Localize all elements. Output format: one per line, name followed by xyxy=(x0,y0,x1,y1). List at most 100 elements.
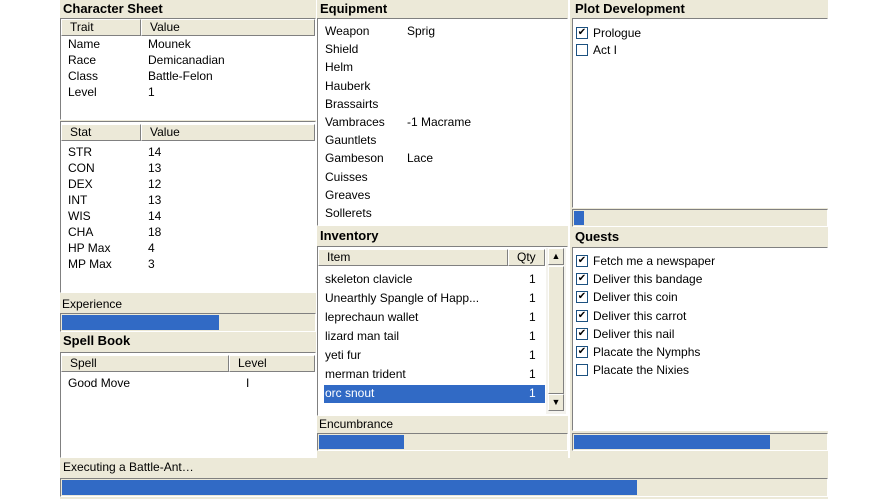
scroll-down-button[interactable]: ▼ xyxy=(548,394,564,411)
inventory-item-qty: 1 xyxy=(529,348,536,362)
trait-row-value: Battle-Felon xyxy=(148,69,213,83)
inventory-row[interactable]: orc snout 1 xyxy=(324,385,545,403)
equipment-row-slot: Greaves xyxy=(325,187,371,202)
stat-row-name: WIS xyxy=(68,209,91,223)
stat-row-value: 13 xyxy=(148,193,162,207)
quest-item-label: Placate the Nixies xyxy=(593,363,690,378)
trait-row-name: Level xyxy=(68,85,97,99)
inventory-item-name: Unearthly Spangle of Happ... xyxy=(325,291,480,305)
checked-checkbox-icon[interactable]: ✔ xyxy=(576,291,588,304)
plot-panel: Plot Development ✔ Prologue Act I Quests ✔… xyxy=(570,0,828,458)
stat-column-header[interactable]: Stat xyxy=(61,124,141,141)
equipment-row[interactable]: Sollerets xyxy=(318,206,567,224)
checked-checkbox-icon[interactable]: ✔ xyxy=(576,327,588,340)
inventory-item-qty: 1 xyxy=(529,386,536,400)
quest-item-label: Deliver this coin xyxy=(593,290,678,305)
inventory-list[interactable]: Item Qty skeleton clavicle 1 Unearthly Spa… xyxy=(317,246,568,416)
stat-value-column-header[interactable]: Value xyxy=(141,124,315,141)
scroll-thumb[interactable] xyxy=(548,266,564,394)
stat-row[interactable]: INT 13 xyxy=(61,193,315,210)
stat-row[interactable]: CON 13 xyxy=(61,161,315,178)
stat-row-value: 3 xyxy=(148,257,155,271)
stats-list[interactable]: Stat Value STR 14 CON 13 DEX 12 INT 13 WIS 14 CHA 1… xyxy=(60,121,316,293)
trait-value-column-header[interactable]: Value xyxy=(141,19,315,36)
equipment-row-item: Sprig xyxy=(407,24,436,38)
qty-column-header[interactable]: Qty xyxy=(508,249,545,266)
unchecked-checkbox-icon[interactable] xyxy=(576,364,588,377)
trait-row[interactable]: Class Battle-Felon xyxy=(61,69,315,86)
inventory-item-qty: 1 xyxy=(529,291,536,305)
plot-list[interactable]: ✔ Prologue Act I xyxy=(572,18,828,208)
stat-row[interactable]: STR 14 xyxy=(61,145,315,162)
inventory-item-name: skeleton clavicle xyxy=(325,272,413,286)
inventory-item-qty: 1 xyxy=(529,272,536,286)
checked-checkbox-icon[interactable]: ✔ xyxy=(576,273,588,286)
stat-row-name: MP Max xyxy=(68,257,112,271)
plot-progress-bar xyxy=(572,209,828,227)
trait-row-value: Mounek xyxy=(148,37,191,51)
equipment-row-slot: Gauntlets xyxy=(325,133,377,148)
checked-checkbox-icon[interactable]: ✔ xyxy=(576,27,588,39)
checked-checkbox-icon[interactable]: ✔ xyxy=(576,255,588,267)
quests-list[interactable]: ✔ Fetch me a newspaper ✔ Deliver this banda… xyxy=(572,247,828,431)
quest-item-label: Deliver this nail xyxy=(593,326,675,341)
inventory-scrollbar[interactable]: ▲ ▼ xyxy=(546,248,566,414)
trait-row-name: Name xyxy=(68,37,101,51)
stat-row-value: 12 xyxy=(148,177,162,191)
stat-row[interactable]: WIS 14 xyxy=(61,209,315,226)
equipment-row-slot: Cuisses xyxy=(325,169,368,184)
spell-row[interactable]: Good Move I xyxy=(61,376,315,393)
trait-column-header[interactable]: Trait xyxy=(61,19,141,36)
unchecked-checkbox-icon[interactable] xyxy=(576,44,588,56)
stat-row-value: 4 xyxy=(148,241,155,255)
equipment-row-slot: Shield xyxy=(325,42,359,57)
inventory-row[interactable]: leprechaun wallet 1 xyxy=(324,309,545,327)
trait-row-name: Class xyxy=(68,69,99,83)
scroll-up-button[interactable]: ▲ xyxy=(548,248,564,265)
equipment-row-item: -1 Macrame xyxy=(407,115,472,129)
stat-row[interactable]: DEX 12 xyxy=(61,177,315,194)
spell-list[interactable]: Spell Level Good Move I xyxy=(60,352,316,458)
encumbrance-label: Encumbrance xyxy=(319,417,394,431)
inventory-row[interactable]: Unearthly Spangle of Happ... 1 xyxy=(324,290,545,308)
inventory-row[interactable]: skeleton clavicle 1 xyxy=(324,271,545,289)
stat-row-name: INT xyxy=(68,193,88,207)
equipment-row[interactable]: Shield xyxy=(318,42,567,60)
stat-row[interactable]: MP Max 3 xyxy=(61,257,315,274)
checked-checkbox-icon[interactable]: ✔ xyxy=(576,309,588,322)
stat-row-name: CON xyxy=(68,161,95,175)
item-column-header[interactable]: Item xyxy=(318,249,508,266)
checked-checkbox-icon[interactable]: ✔ xyxy=(576,346,588,358)
inventory-row[interactable]: yeti fur 1 xyxy=(324,347,545,365)
quest-item-label: Placate the Nymphs xyxy=(593,345,701,359)
trait-row-name: Race xyxy=(68,53,97,67)
stat-row-value: 14 xyxy=(148,209,162,223)
spell-level-column-header[interactable]: Level xyxy=(229,355,315,372)
trait-row-value: 1 xyxy=(148,85,155,99)
task-progress-bar-fill xyxy=(62,480,637,495)
experience-bar-fill xyxy=(62,315,219,330)
equipment-row-slot: Gambeson xyxy=(325,151,384,166)
inventory-item-qty: 1 xyxy=(529,329,536,343)
encumbrance-bar xyxy=(317,433,568,451)
equipment-row-slot: Vambraces xyxy=(325,115,385,129)
equipment-row-slot: Weapon xyxy=(325,24,370,38)
inventory-row[interactable]: lizard man tail 1 xyxy=(324,328,545,346)
inventory-item-name: leprechaun wallet xyxy=(325,310,419,324)
experience-bar xyxy=(60,313,316,332)
traits-list[interactable]: Trait Value Name Mounek Race Demicanadian Cl… xyxy=(60,18,316,120)
inventory-title: Inventory xyxy=(320,228,379,243)
equipment-row-slot: Hauberk xyxy=(325,78,371,93)
spell-column-header[interactable]: Spell xyxy=(61,355,229,372)
trait-row[interactable]: Level 1 xyxy=(61,85,315,102)
character-sheet-title: Character Sheet xyxy=(63,1,163,16)
stat-row-value: 13 xyxy=(148,161,162,175)
task-progress-bar xyxy=(60,478,828,497)
plot-act-label: Prologue xyxy=(593,26,642,40)
inventory-item-name: lizard man tail xyxy=(325,329,400,343)
stat-row-value: 14 xyxy=(148,145,162,159)
inventory-row[interactable]: merman trident 1 xyxy=(324,366,545,384)
equipment-list[interactable]: Weapon Sprig Shield Helm Hauberk Brassairts Va… xyxy=(317,18,568,226)
inventory-item-qty: 1 xyxy=(529,310,536,324)
equipment-title: Equipment xyxy=(320,1,388,16)
